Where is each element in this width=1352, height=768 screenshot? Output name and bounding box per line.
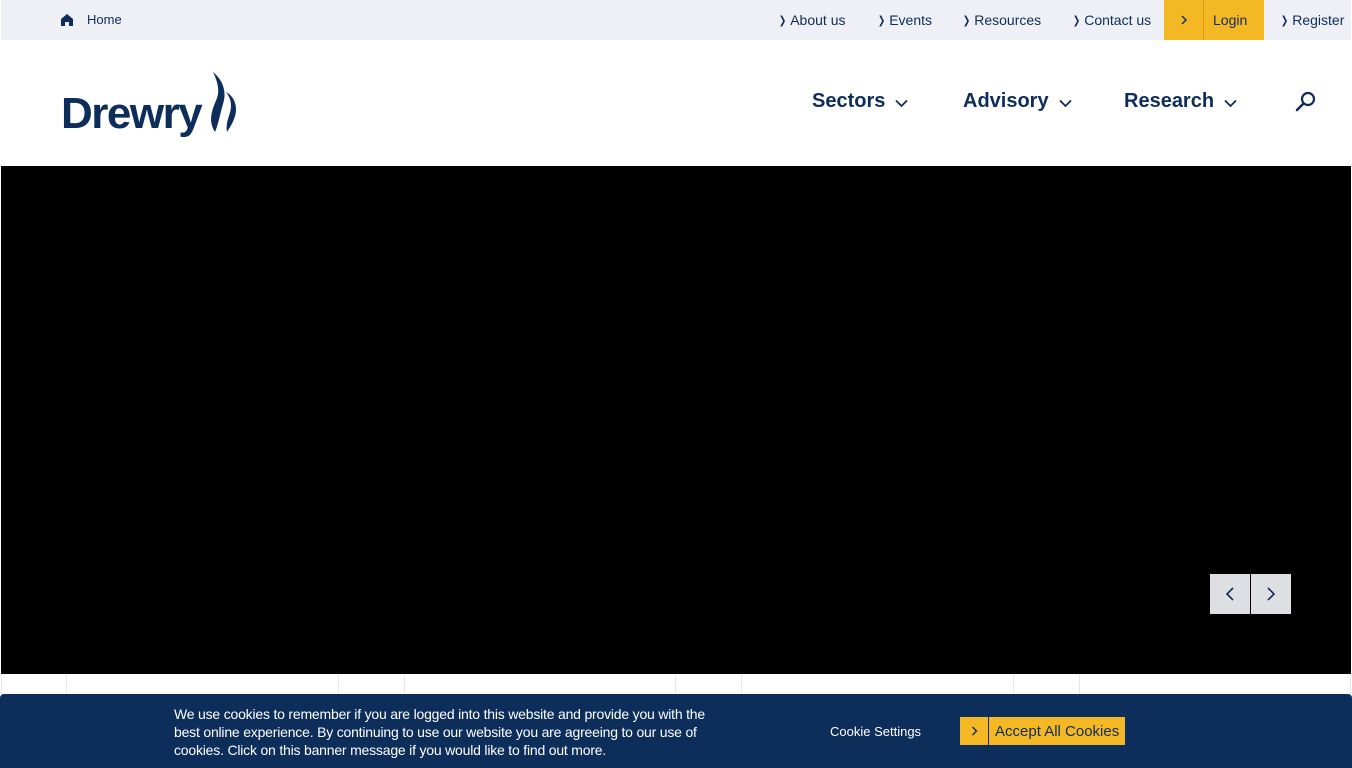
chevron-right-icon (960, 717, 989, 745)
flame-logo-icon (211, 72, 237, 132)
tab-divider (1, 674, 2, 694)
home-label: Home (87, 12, 122, 27)
tab-divider (338, 674, 339, 694)
nav-advisory-label: Advisory (963, 90, 1049, 112)
login-label: Login (1213, 12, 1248, 28)
tab-divider (404, 674, 405, 694)
hero-tab-strip (1, 674, 1351, 694)
tab-divider (741, 674, 742, 694)
cookie-settings-link[interactable]: Cookie Settings (830, 724, 921, 739)
resources-label: Resources (974, 12, 1042, 28)
search-button[interactable] (1295, 91, 1317, 113)
contact-us-link[interactable]: ❯ Contact us (1072, 12, 1151, 28)
cookie-banner[interactable]: We use cookies to remember if you are lo… (0, 694, 1352, 768)
chevron-down-icon (895, 99, 909, 107)
resources-link[interactable]: ❯ Resources (962, 12, 1041, 28)
chevron-right-icon (1267, 587, 1276, 601)
site-header: Drewry Sectors Advisory Research (1, 40, 1351, 166)
home-icon (61, 13, 73, 26)
carousel-next-button[interactable] (1251, 574, 1291, 614)
register-label: Register (1292, 12, 1345, 28)
chevron-right-icon: ❯ (877, 14, 886, 27)
cookie-message[interactable]: We use cookies to remember if you are lo… (174, 705, 734, 759)
tab-divider (1350, 674, 1351, 694)
logo-wordmark: Drewry (61, 89, 203, 138)
nav-research-label: Research (1124, 90, 1215, 112)
search-icon (1295, 91, 1316, 112)
chevron-down-icon (1058, 99, 1072, 107)
chevron-right-icon: ❯ (962, 14, 971, 27)
drewry-logo[interactable]: Drewry (61, 70, 239, 136)
nav-advisory[interactable]: Advisory (963, 90, 1072, 113)
chevron-right-icon: ❯ (778, 14, 787, 27)
chevron-right-icon: ❯ (1280, 14, 1289, 27)
home-link[interactable]: Home (60, 12, 122, 27)
tab-divider (66, 674, 67, 694)
chevron-down-icon (1224, 99, 1237, 107)
login-button[interactable]: Login (1164, 0, 1264, 40)
contact-us-label: Contact us (1084, 12, 1152, 28)
hero-carousel (1, 166, 1351, 674)
register-link[interactable]: ❯ Register (1280, 12, 1344, 28)
tab-divider (675, 674, 676, 694)
nav-sectors-label: Sectors (812, 90, 886, 112)
nav-research[interactable]: Research (1124, 90, 1237, 113)
utility-bar: Home ❯ About us ❯ Events ❯ Resources ❯ C… (1, 0, 1351, 40)
chevron-right-icon: ❯ (1072, 14, 1081, 27)
accept-all-cookies-label: Accept All Cookies (995, 722, 1120, 740)
chevron-right-icon (1164, 0, 1204, 40)
tab-divider (1013, 674, 1014, 694)
nav-sectors[interactable]: Sectors (812, 90, 909, 113)
carousel-prev-button[interactable] (1210, 574, 1250, 614)
about-us-link[interactable]: ❯ About us (778, 12, 846, 28)
events-label: Events (889, 12, 933, 28)
tab-divider (1079, 674, 1080, 694)
chevron-left-icon (1225, 587, 1234, 601)
about-us-label: About us (790, 12, 846, 28)
accept-all-cookies-button[interactable]: Accept All Cookies (960, 717, 1126, 745)
events-link[interactable]: ❯ Events (877, 12, 932, 28)
